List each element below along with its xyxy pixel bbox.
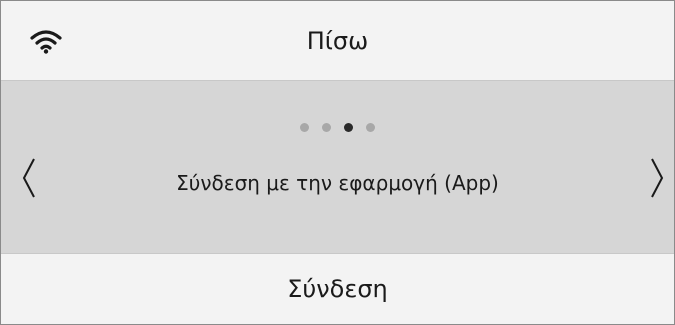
connect-button[interactable]: Σύνδεση	[1, 254, 674, 324]
wifi-icon	[30, 30, 62, 54]
page-dot	[300, 123, 309, 132]
chevron-left-icon[interactable]	[15, 153, 45, 203]
top-bar: Πίσω	[1, 1, 674, 80]
page-dot	[366, 123, 375, 132]
page-dot	[322, 123, 331, 132]
page-dot-active	[344, 123, 353, 132]
device-screen: Πίσω Σύνδεση με την εφαρμογή (App) Σύνδε…	[0, 0, 675, 325]
page-indicator	[1, 123, 674, 132]
chevron-right-icon[interactable]	[641, 153, 671, 203]
slide-title: Σύνδεση με την εφαρμογή (App)	[176, 171, 499, 195]
back-button[interactable]: Πίσω	[1, 1, 674, 80]
feature-carousel: Σύνδεση με την εφαρμογή (App)	[1, 80, 674, 254]
